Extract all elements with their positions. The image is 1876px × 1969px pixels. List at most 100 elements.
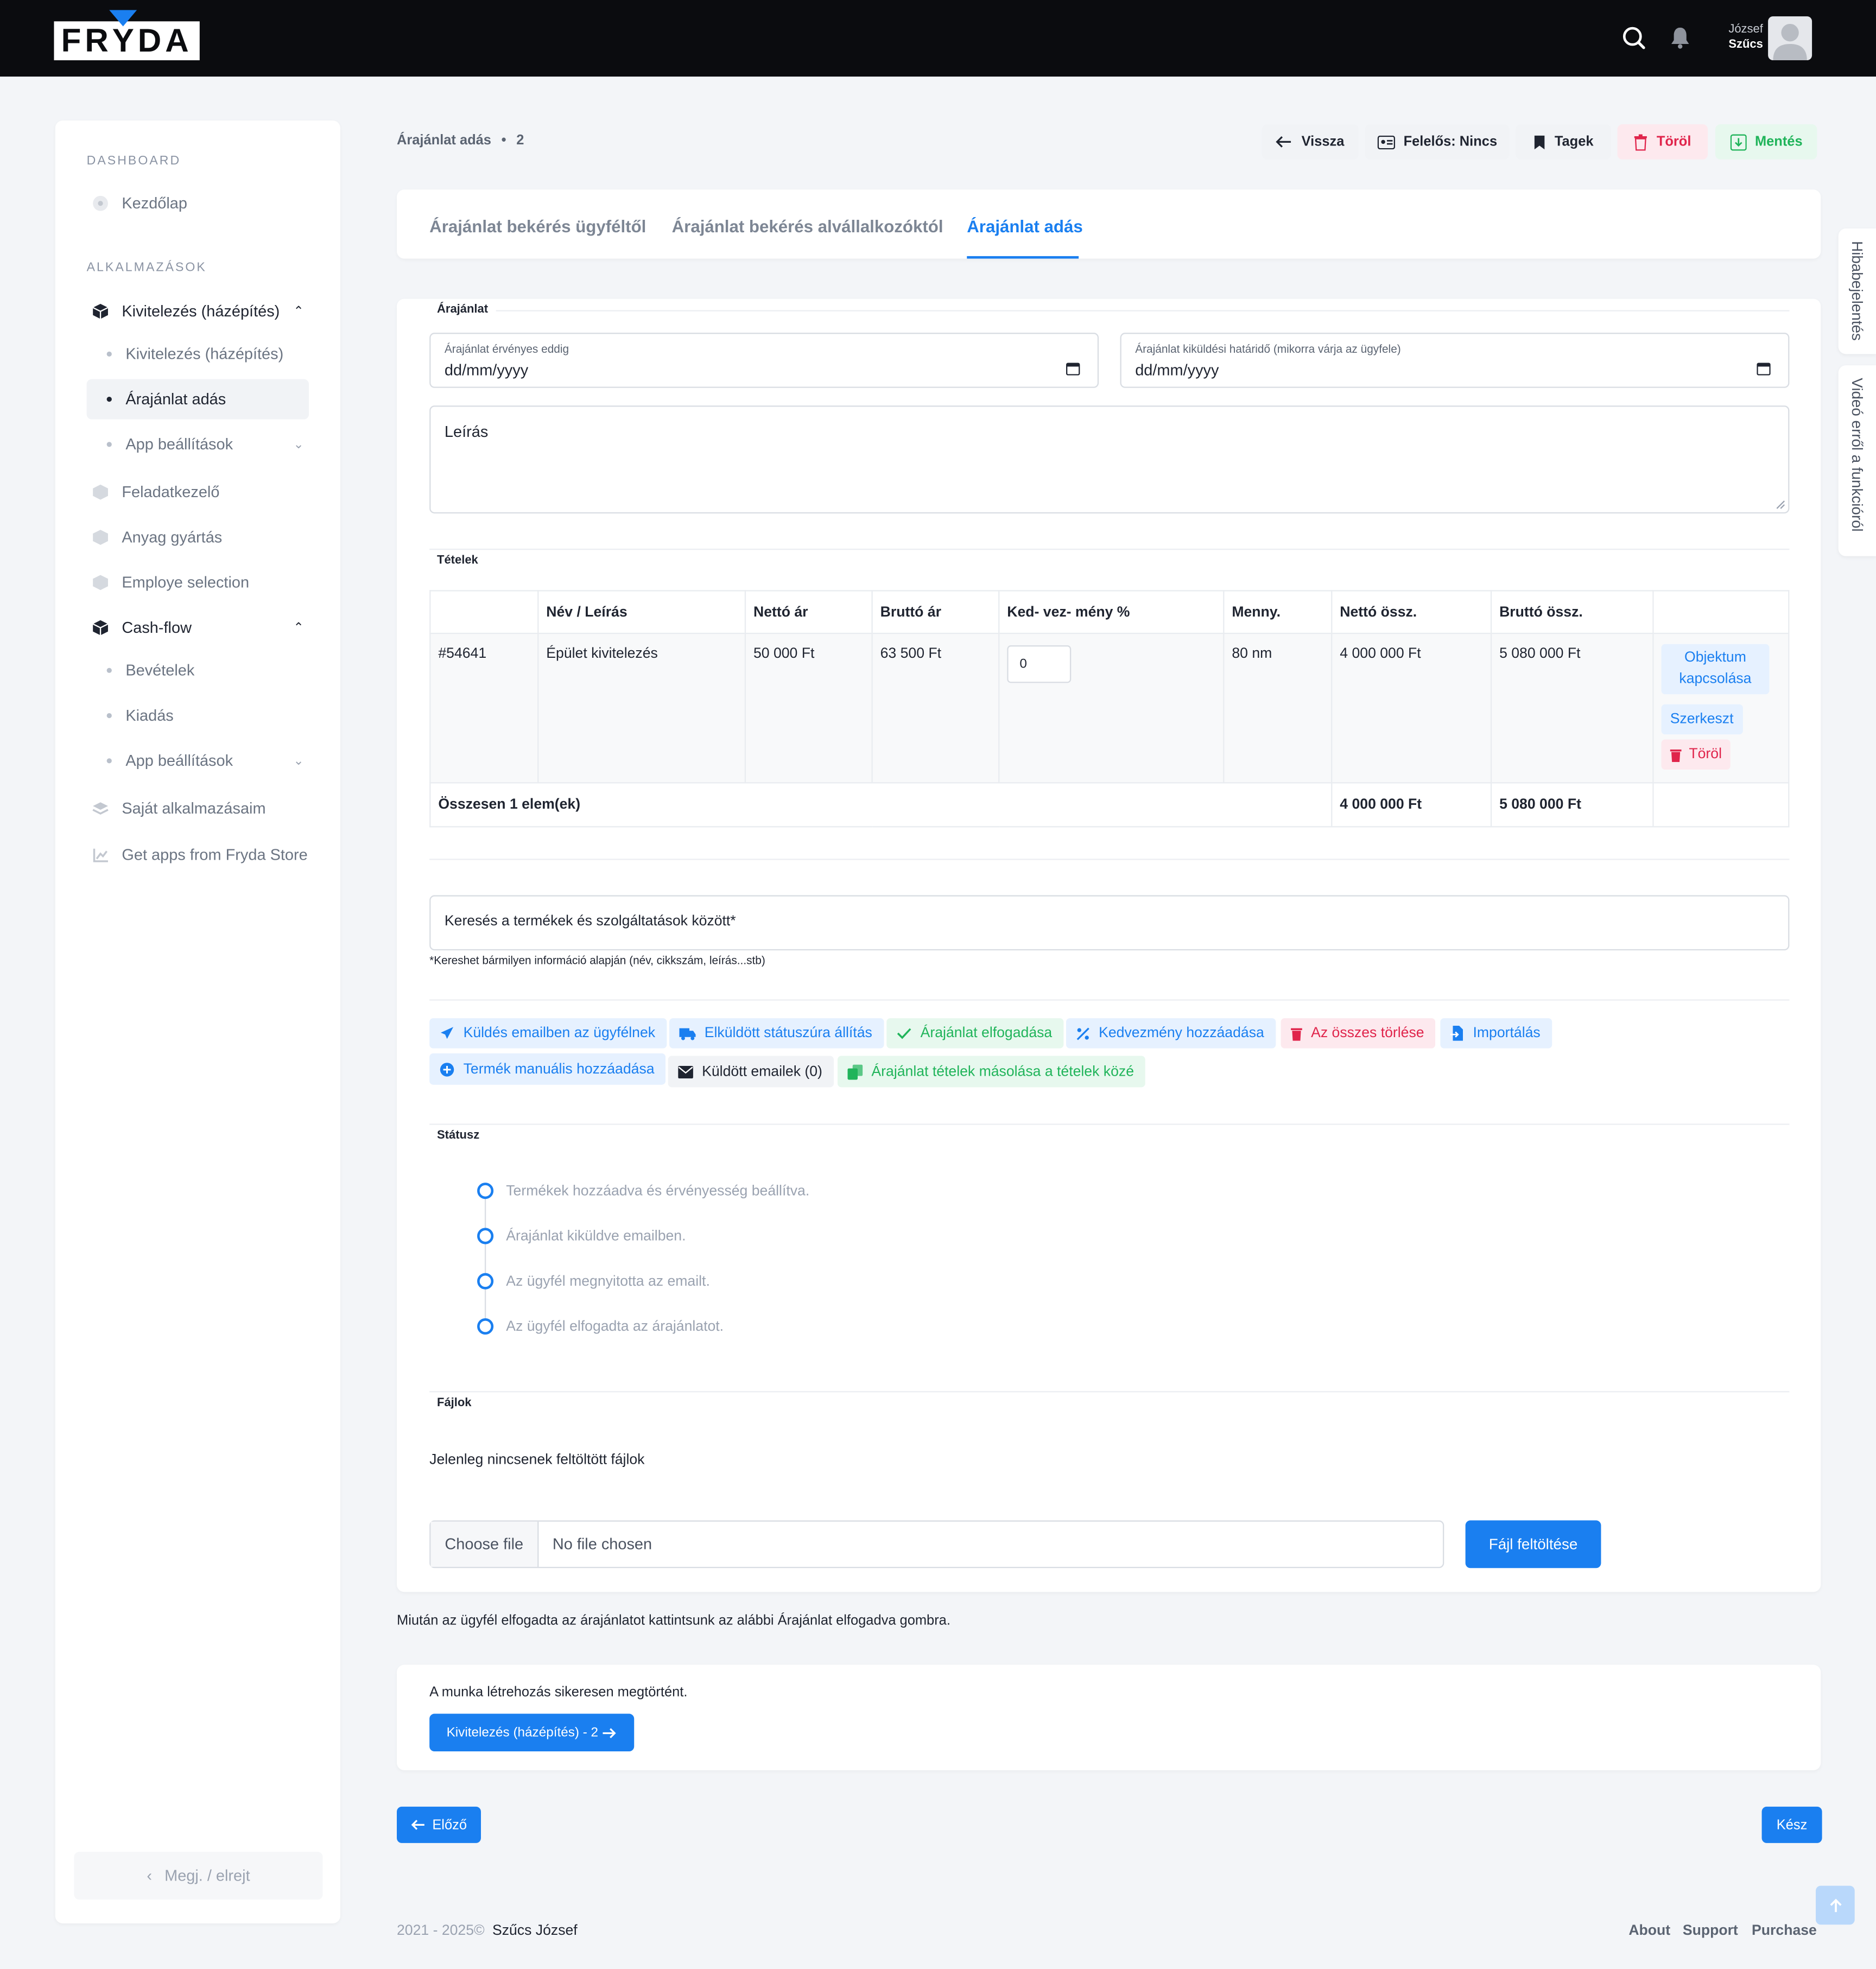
done-button[interactable]: Kész <box>1761 1806 1822 1843</box>
add-manual-product-label: Termék manuális hozzáadása <box>463 1061 655 1077</box>
user-name[interactable]: József Szűcs <box>1708 23 1763 53</box>
discount-input[interactable]: 0 <box>1007 645 1072 683</box>
import-button[interactable]: Importálás <box>1440 1018 1552 1049</box>
calendar-icon[interactable] <box>1066 361 1080 376</box>
sidebar-subitem-income[interactable]: Bevételek <box>87 650 309 690</box>
tab-customer-request[interactable]: Árajánlat bekérés ügyféltől <box>429 217 646 236</box>
scroll-top-button[interactable] <box>1816 1885 1855 1925</box>
sidebar-item-store[interactable]: Get apps from Fryda Store <box>87 835 309 875</box>
footer-copyright: 2021 - 2025© Szűcs József <box>397 1923 578 1939</box>
search-hint: *Kereshet bármilyen információ alapján (… <box>429 954 765 967</box>
back-label: Vissza <box>1301 134 1345 150</box>
add-discount-button[interactable]: Kedvezmény hozzáadása <box>1066 1018 1276 1049</box>
edit-button[interactable]: Szerkeszt <box>1661 704 1742 735</box>
table-total-row: Összesen 1 elem(ek) 4 000 000 Ft 5 080 0… <box>429 782 1790 828</box>
sidebar-heading-apps: ALKALMAZÁSOK <box>86 261 207 275</box>
app-root: FR Y DA József Szűcs DASHBOARD Kezdőlap AL… <box>0 0 1876 1968</box>
resize-handle-icon[interactable] <box>1776 500 1786 510</box>
link-object-button[interactable]: Objektum kapcsolása <box>1661 644 1770 695</box>
mark-sent-button[interactable]: Elküldött státuszúra állítás <box>669 1018 884 1049</box>
back-button[interactable]: Vissza <box>1262 124 1359 160</box>
save-label: Mentés <box>1754 134 1803 150</box>
send-deadline-field[interactable]: Árajánlat kiküldési határidő (mikorra vá… <box>1120 333 1790 388</box>
sidebar-item-material[interactable]: Anyag gyártás <box>87 517 309 557</box>
sidebar-item-own-apps[interactable]: Saját alkalmazásaim <box>87 789 309 829</box>
sent-emails-button[interactable]: Küldött emailek (0) <box>668 1056 834 1088</box>
choose-file-button[interactable]: Choose file <box>430 1521 539 1567</box>
file-input[interactable]: Choose file No file chosen <box>429 1520 1444 1568</box>
delete-all-label: Az összes törlése <box>1311 1025 1424 1041</box>
fryda-logo[interactable]: FR Y DA <box>54 10 200 61</box>
sidebar-group-cashflow[interactable]: Cash-flow ⌃ <box>87 608 309 648</box>
accept-offer-button[interactable]: Árajánlat elfogadása <box>886 1018 1064 1049</box>
responsible-button[interactable]: Felelős: Nincs <box>1365 124 1510 160</box>
col-header-name: Név / Leírás <box>537 590 746 634</box>
cell-net-total: 4 000 000 Ft <box>1331 632 1492 784</box>
previous-button[interactable]: Előző <box>397 1806 481 1843</box>
chevron-up-icon: ⌃ <box>293 620 304 635</box>
calendar-icon[interactable] <box>1757 361 1771 376</box>
sidebar-subitem-app-settings-2[interactable]: App beállítások ⌄ <box>87 741 309 781</box>
status-step-label: Árajánlat kiküldve emailben. <box>506 1228 686 1244</box>
sidebar-item-employee[interactable]: Employe selection <box>87 562 309 602</box>
sidebar-item-label: Saját alkalmazásaim <box>122 799 266 817</box>
tab-offer[interactable]: Árajánlat adás <box>967 217 1083 236</box>
status-circle-icon <box>477 1318 494 1335</box>
cell-gross-price: 63 500 Ft <box>871 632 1000 784</box>
sidebar-group-construction[interactable]: Kivitelezés (házépítés) ⌃ <box>87 291 309 332</box>
footer-link-support[interactable]: Support <box>1683 1923 1738 1939</box>
status-circle-icon <box>477 1273 494 1290</box>
arrow-left-icon <box>411 1820 425 1830</box>
feature-video-tab[interactable]: Videó erről a funkcióról <box>1838 365 1876 556</box>
accept-instruction-text: Miután az ügyfél elfogadta az árajánlato… <box>397 1613 950 1629</box>
total-net: 4 000 000 Ft <box>1331 782 1492 828</box>
no-file-chosen-text: No file chosen <box>552 1535 652 1553</box>
sidebar-subitem-construction[interactable]: Kivitelezés (házépítés) <box>87 334 309 374</box>
envelope-icon <box>678 1065 693 1078</box>
copy-items-button[interactable]: Árajánlat tételek másolása a tételek köz… <box>837 1056 1145 1088</box>
sidebar-item-label: Anyag gyártás <box>122 528 223 547</box>
send-email-button[interactable]: Küldés emailben az ügyfélnek <box>429 1018 667 1049</box>
section-title-files: Fájlok <box>429 1396 479 1410</box>
footer-link-purchase[interactable]: Purchase <box>1752 1923 1817 1939</box>
divider <box>429 310 1790 312</box>
product-search-input[interactable]: Keresés a termékek és szolgáltatások köz… <box>429 895 1790 951</box>
delete-all-button[interactable]: Az összes törlése <box>1281 1018 1436 1049</box>
status-step: Termékek hozzáadva és érvényesség beállí… <box>477 1183 809 1199</box>
tags-button[interactable]: Tagek <box>1516 124 1611 160</box>
upload-file-button[interactable]: Fájl feltöltése <box>1465 1520 1601 1568</box>
breadcrumb-id: 2 <box>516 133 524 148</box>
bug-report-tab[interactable]: Hibabejelentés <box>1838 228 1876 354</box>
product-search-placeholder: Keresés a termékek és szolgáltatások köz… <box>444 914 736 929</box>
sidebar-subitem-label: Kivitelezés (házépítés) <box>125 345 284 363</box>
description-textarea[interactable]: Leírás <box>429 405 1790 514</box>
plus-circle-icon <box>440 1062 454 1076</box>
cube-icon <box>92 303 109 320</box>
valid-until-field[interactable]: Árajánlat érvényes eddig dd/mm/yyyy <box>429 333 1099 388</box>
footer-author[interactable]: Szűcs József <box>492 1923 578 1939</box>
search-icon[interactable] <box>1621 25 1646 50</box>
sidebar-collapse-button[interactable]: ‹ Megj. / elrejt <box>74 1852 323 1900</box>
avatar[interactable] <box>1768 16 1812 61</box>
sidebar-item-task-manager[interactable]: Feladatkezelő <box>87 472 309 512</box>
sidebar-subitem-app-settings[interactable]: App beállítások ⌄ <box>87 424 309 465</box>
save-button[interactable]: Mentés <box>1715 124 1817 160</box>
add-manual-product-button[interactable]: Termék manuális hozzáadása <box>429 1053 666 1085</box>
check-icon <box>897 1028 911 1039</box>
status-step-label: Az ügyfél megnyitotta az emailt. <box>506 1273 710 1289</box>
open-work-label: Kivitelezés (házépítés) - 2 <box>446 1725 599 1741</box>
tab-subcontractor-request[interactable]: Árajánlat bekérés alvállalkozóktól <box>672 217 943 236</box>
sidebar-subitem-expense[interactable]: Kiadás <box>87 696 309 736</box>
feature-video-label: Videó erről a funkcióról <box>1848 378 1866 532</box>
row-delete-button[interactable]: Töröl <box>1661 739 1731 770</box>
delete-button[interactable]: Töröl <box>1617 124 1708 160</box>
user-silhouette-icon <box>1773 23 1807 61</box>
open-work-button[interactable]: Kivitelezés (házépítés) - 2 <box>429 1713 635 1752</box>
footer-link-about[interactable]: About <box>1628 1923 1670 1939</box>
bell-icon[interactable] <box>1668 25 1693 50</box>
layers-icon <box>92 800 109 817</box>
sidebar-item-home[interactable]: Kezdőlap <box>87 183 309 224</box>
cell-actions: Objektum kapcsolása Szerkeszt Töröl <box>1652 632 1790 784</box>
divider <box>429 548 1790 550</box>
sidebar-subitem-offer[interactable]: Árajánlat adás <box>86 379 309 420</box>
